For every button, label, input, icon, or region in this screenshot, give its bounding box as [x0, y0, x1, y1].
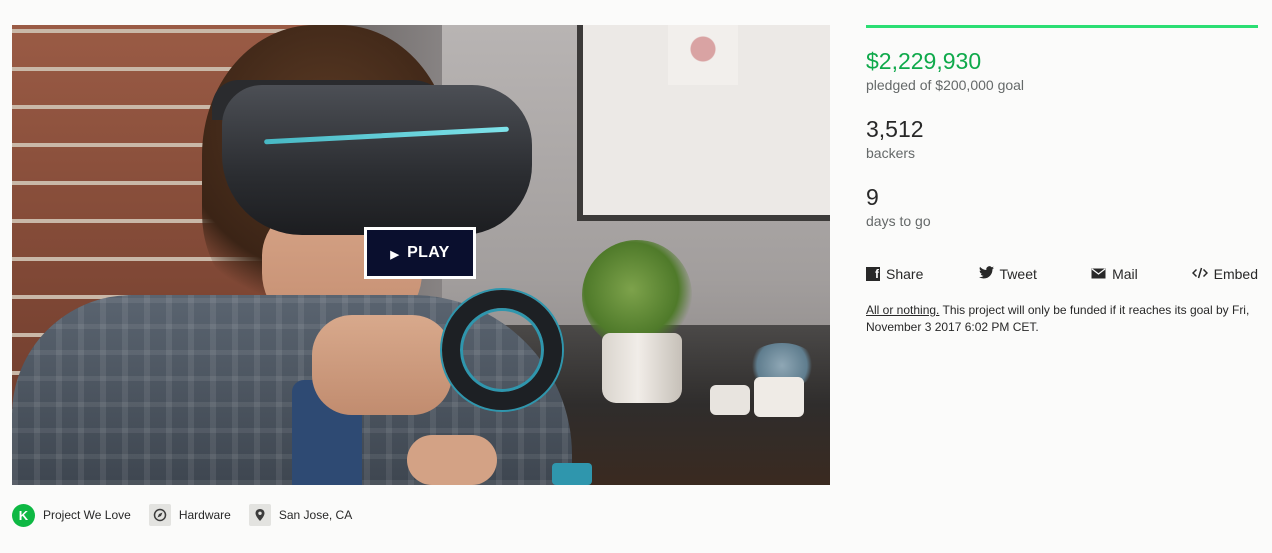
video-controller	[552, 463, 592, 485]
funding-progress-fill	[866, 25, 1258, 28]
project-meta-row: K Project We Love Hardware San Jose, CA	[12, 502, 370, 528]
location-link[interactable]: San Jose, CA	[248, 504, 353, 526]
video-small-pot	[710, 385, 750, 415]
play-icon: ▶	[390, 248, 400, 261]
mail-icon	[1091, 266, 1106, 282]
facebook-icon: f	[866, 267, 880, 281]
video-poster-art	[668, 25, 738, 85]
backers-count: 3,512	[866, 116, 924, 142]
funding-stats-panel: $2,229,930 pledged of $200,000 goal 3,51…	[866, 25, 1258, 336]
project-we-love-label: Project We Love	[43, 508, 131, 522]
project-we-love-link[interactable]: K Project We Love	[12, 503, 131, 527]
location-pin-icon	[248, 504, 271, 526]
share-mail-button[interactable]: Mail	[1091, 266, 1192, 282]
all-or-nothing-link[interactable]: All or nothing.	[866, 303, 939, 317]
share-mail-label: Mail	[1112, 266, 1138, 282]
twitter-icon	[978, 266, 994, 282]
kickstarter-badge-icon: K	[12, 503, 35, 527]
days-to-go-count: 9	[866, 184, 879, 210]
days-to-go-label: days to go	[866, 213, 931, 229]
project-video[interactable]: ▶ PLAY	[12, 25, 830, 485]
video-poster-frame	[577, 25, 830, 221]
all-or-nothing-note: All or nothing. This project will only b…	[866, 302, 1258, 336]
pledged-amount: $2,229,930	[866, 48, 982, 74]
video-person-hand	[407, 435, 497, 485]
backers-label: backers	[866, 145, 916, 161]
video-controller-ring	[442, 290, 562, 410]
play-label: PLAY	[407, 244, 450, 261]
video-headset	[222, 85, 532, 235]
share-twitter-button[interactable]: Tweet	[978, 266, 1092, 282]
funding-progress-bar	[866, 25, 1258, 28]
compass-icon	[148, 504, 171, 526]
category-link[interactable]: Hardware	[148, 504, 231, 526]
category-label: Hardware	[178, 508, 231, 522]
video-pot	[602, 333, 682, 403]
embed-code-icon	[1191, 266, 1208, 282]
video-small-pot	[754, 377, 804, 417]
embed-button[interactable]: Embed	[1191, 266, 1258, 282]
pledged-goal: pledged of $200,000 goal	[866, 77, 1025, 93]
location-label: San Jose, CA	[278, 508, 353, 522]
share-facebook-label: Share	[886, 266, 924, 282]
play-button[interactable]: ▶ PLAY	[364, 227, 476, 279]
share-twitter-label: Tweet	[999, 266, 1037, 282]
embed-label: Embed	[1213, 266, 1258, 282]
share-facebook-button[interactable]: f Share	[866, 266, 979, 282]
video-person-hand	[312, 315, 452, 415]
share-row: f Share Tweet Mail Embed	[866, 266, 1258, 282]
